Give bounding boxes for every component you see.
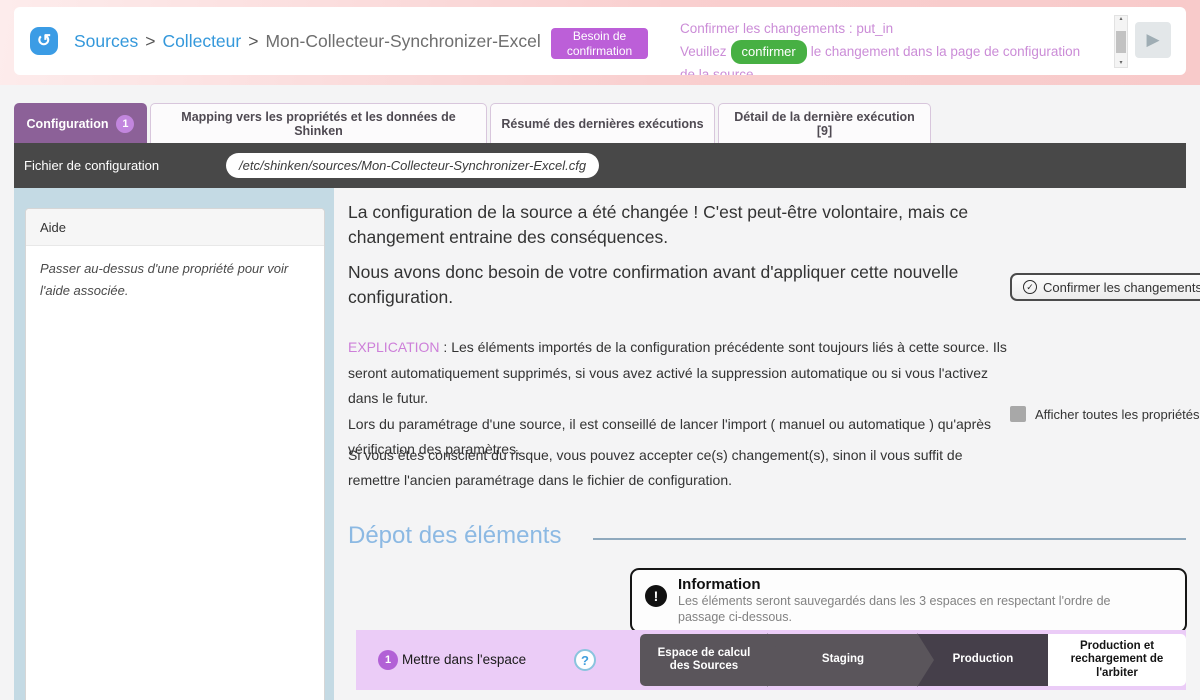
warning-paragraph-1: La configuration de la source a été chan… <box>348 200 1004 249</box>
notification-line3: de la source <box>680 64 1112 75</box>
check-circle-icon: ✓ <box>1023 280 1037 294</box>
explanation-label: EXPLICATION <box>348 339 440 355</box>
step-label: Staging <box>822 653 864 667</box>
notification-line1: Confirmer les changements : put_in <box>680 18 1112 40</box>
help-panel-title: Aide <box>26 209 324 246</box>
main-content: La configuration de la source a été chan… <box>334 188 1200 700</box>
breadcrumb-collecteur[interactable]: Collecteur <box>162 31 241 52</box>
header-band: ↺ Sources > Collecteur > Mon-Collecteur-… <box>0 0 1200 85</box>
step-espace-calcul-sources[interactable]: Espace de calcul des Sources <box>640 634 768 686</box>
status-badge-line2: confirmation <box>551 44 648 59</box>
tab-mapping[interactable]: Mapping vers les propriétés et les donné… <box>150 103 487 143</box>
tab-configuration-badge: 1 <box>116 115 134 133</box>
confirm-link-button[interactable]: confirmer <box>731 40 807 64</box>
step-label: Production <box>953 653 1014 667</box>
help-sidebar: Aide Passer au-dessus d'une propriété po… <box>14 188 334 700</box>
breadcrumb-separator: > <box>248 31 258 52</box>
play-icon: ▶ <box>1146 30 1159 50</box>
space-steps: Espace de calcul des Sources Staging Pro… <box>640 634 1186 686</box>
information-title: Information <box>678 576 1150 593</box>
scroll-up-icon[interactable]: ▴ <box>1119 16 1122 23</box>
notification-scrollbar[interactable]: ▴ ▾ <box>1114 15 1128 68</box>
tab-resume-executions[interactable]: Résumé des dernières exécutions <box>490 103 715 143</box>
scroll-down-icon[interactable]: ▾ <box>1119 60 1122 67</box>
information-text: Les éléments seront sauvegardés dans les… <box>678 593 1150 625</box>
breadcrumb: Sources > Collecteur > Mon-Collecteur-Sy… <box>74 7 541 75</box>
status-badge-line1: Besoin de <box>551 29 648 44</box>
scrollbar-thumb[interactable] <box>1116 31 1126 53</box>
notification-line2-prefix: Veuillez <box>680 44 727 59</box>
step-label: Production et rechargement de l'arbiter <box>1055 640 1179 681</box>
step-production-arbiter[interactable]: Production et rechargement de l'arbiter <box>1048 634 1186 686</box>
show-all-properties-toggle[interactable]: Afficher toutes les propriétés <box>1010 406 1200 422</box>
tab-configuration-label: Configuration <box>27 117 109 131</box>
tab-detail-execution[interactable]: Détail de la dernière exécution [9] <box>718 103 931 143</box>
show-all-label: Afficher toutes les propriétés <box>1035 407 1200 422</box>
config-file-path[interactable]: /etc/shinken/sources/Mon-Collecteur-Sync… <box>226 153 599 178</box>
put-in-space-row: 1 Mettre dans l'espace ? Espace de calcu… <box>356 630 1186 690</box>
config-file-bar: Fichier de configuration /etc/shinken/so… <box>14 143 1186 188</box>
status-badge: Besoin de confirmation <box>551 28 648 59</box>
explanation-separator: : <box>440 339 452 355</box>
exclamation-glyph: ! <box>654 588 659 604</box>
help-panel: Aide Passer au-dessus d'une propriété po… <box>25 208 325 700</box>
play-button[interactable]: ▶ <box>1135 22 1171 58</box>
refresh-icon[interactable]: ↺ <box>30 27 58 55</box>
confirm-changes-label: Confirmer les changements <box>1043 280 1200 295</box>
breadcrumb-current: Mon-Collecteur-Synchronizer-Excel <box>265 31 540 52</box>
step-staging[interactable]: Staging <box>768 634 918 686</box>
information-content: Information Les éléments seront sauvegar… <box>678 576 1150 625</box>
section-divider <box>593 538 1186 540</box>
step-number-badge: 1 <box>378 650 398 670</box>
risk-paragraph: Si vous êtes conscient du risque, vous p… <box>348 443 1008 493</box>
notification-line2-suffix: le changement dans la page de configurat… <box>811 44 1080 59</box>
notification-area: Confirmer les changements : put_in Veuil… <box>680 18 1112 75</box>
step-production[interactable]: Production <box>918 634 1048 686</box>
exclamation-icon: ! <box>645 585 667 607</box>
show-all-checkbox[interactable] <box>1010 406 1026 422</box>
tab-configuration[interactable]: Configuration 1 <box>14 103 147 143</box>
config-file-label: Fichier de configuration <box>24 143 159 188</box>
breadcrumb-separator: > <box>145 31 155 52</box>
put-in-space-label: Mettre dans l'espace <box>402 652 526 667</box>
confirm-changes-button[interactable]: ✓ Confirmer les changements <box>1010 273 1200 301</box>
step-label: Espace de calcul des Sources <box>647 647 761 674</box>
help-panel-text: Passer au-dessus d'une propriété pour vo… <box>26 246 324 314</box>
section-header: Dépot des éléments <box>348 522 1186 550</box>
refresh-glyph: ↺ <box>37 31 51 51</box>
information-box: ! Information Les éléments seront sauveg… <box>630 568 1187 633</box>
header-card: ↺ Sources > Collecteur > Mon-Collecteur-… <box>14 7 1186 75</box>
section-title: Dépot des éléments <box>348 522 561 550</box>
check-glyph: ✓ <box>1026 282 1034 293</box>
tab-bar: Configuration 1 Mapping vers les proprié… <box>14 103 931 143</box>
breadcrumb-sources[interactable]: Sources <box>74 31 138 52</box>
warning-paragraph-2: Nous avons donc besoin de votre confirma… <box>348 260 1004 309</box>
help-icon[interactable]: ? <box>574 649 596 671</box>
notification-line2: Veuillez confirmer le changement dans la p… <box>680 40 1112 64</box>
